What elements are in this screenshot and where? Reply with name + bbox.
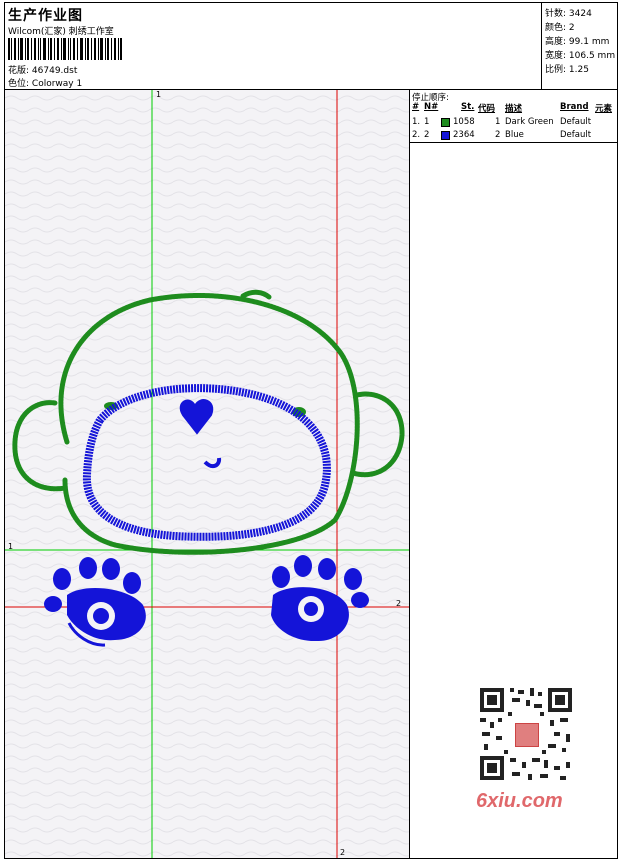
stat-colors: 颜色: 2 — [545, 23, 575, 33]
stat-width: 宽度: 106.5 mm — [545, 51, 616, 61]
design-file-line: 花版: 46749.dst — [8, 63, 77, 76]
col-header-index: # — [412, 102, 420, 112]
colorway-line: 色位: Colorway 1 — [8, 76, 82, 89]
worksheet-header: 生产作业图 Wilcom(汇家) 刺绣工作室 花版: 46749.dst 色位:… — [5, 3, 617, 90]
production-worksheet: 生产作业图 Wilcom(汇家) 刺绣工作室 花版: 46749.dst 色位:… — [4, 2, 618, 859]
guide-label-green-top: 1 — [156, 90, 162, 99]
colorway-value: Colorway 1 — [31, 79, 83, 89]
barcode-icon — [8, 38, 122, 60]
embroidery-preview — [5, 90, 409, 858]
stat-stitches: 针数: 3424 — [545, 9, 592, 19]
table-row: 1. 1 1058 1 Dark Green Default — [412, 117, 592, 127]
color-swatch-blue — [441, 131, 450, 140]
design-label: 花版: — [8, 66, 30, 76]
right-panel: 停止顺序: # N# St. 代码 描述 Brand 元素 1. 1 1058 … — [410, 90, 617, 858]
guide-label-red-right: 2 — [396, 599, 402, 608]
col-header-element: 元素 — [595, 104, 613, 114]
qr-code-icon — [474, 682, 578, 786]
col-header-code: 代码 — [478, 104, 496, 114]
col-header-needle: N# — [424, 102, 439, 112]
page-title: 生产作业图 — [8, 8, 83, 24]
guide-label-green-left: 1 — [8, 542, 14, 551]
stats-panel: 针数: 3424 颜色: 2 高度: 99.1 mm 宽度: 106.5 mm … — [541, 3, 618, 89]
watermark-site: 6xiu.com — [476, 790, 563, 812]
table-row: 2. 2 2364 2 Blue Default — [412, 130, 592, 140]
colorway-label: 色位: — [8, 79, 30, 89]
col-header-description: 描述 — [505, 104, 523, 114]
stat-height: 高度: 99.1 mm — [545, 37, 610, 47]
stop-sequence-table: 停止顺序: # N# St. 代码 描述 Brand 元素 1. 1 1058 … — [410, 90, 617, 143]
seal-stamp-icon — [515, 723, 539, 747]
studio-subtitle: Wilcom(汇家) 刺绣工作室 — [8, 27, 114, 37]
col-header-brand: Brand — [560, 102, 589, 112]
stat-scale: 比例: 1.25 — [545, 65, 589, 75]
color-swatch-green — [441, 118, 450, 127]
guide-label-red-bottom: 2 — [340, 848, 346, 857]
design-preview-canvas: 1 1 2 2 — [5, 90, 410, 858]
col-header-stitches: St. — [461, 102, 475, 112]
design-file-value: 46749.dst — [31, 66, 78, 76]
